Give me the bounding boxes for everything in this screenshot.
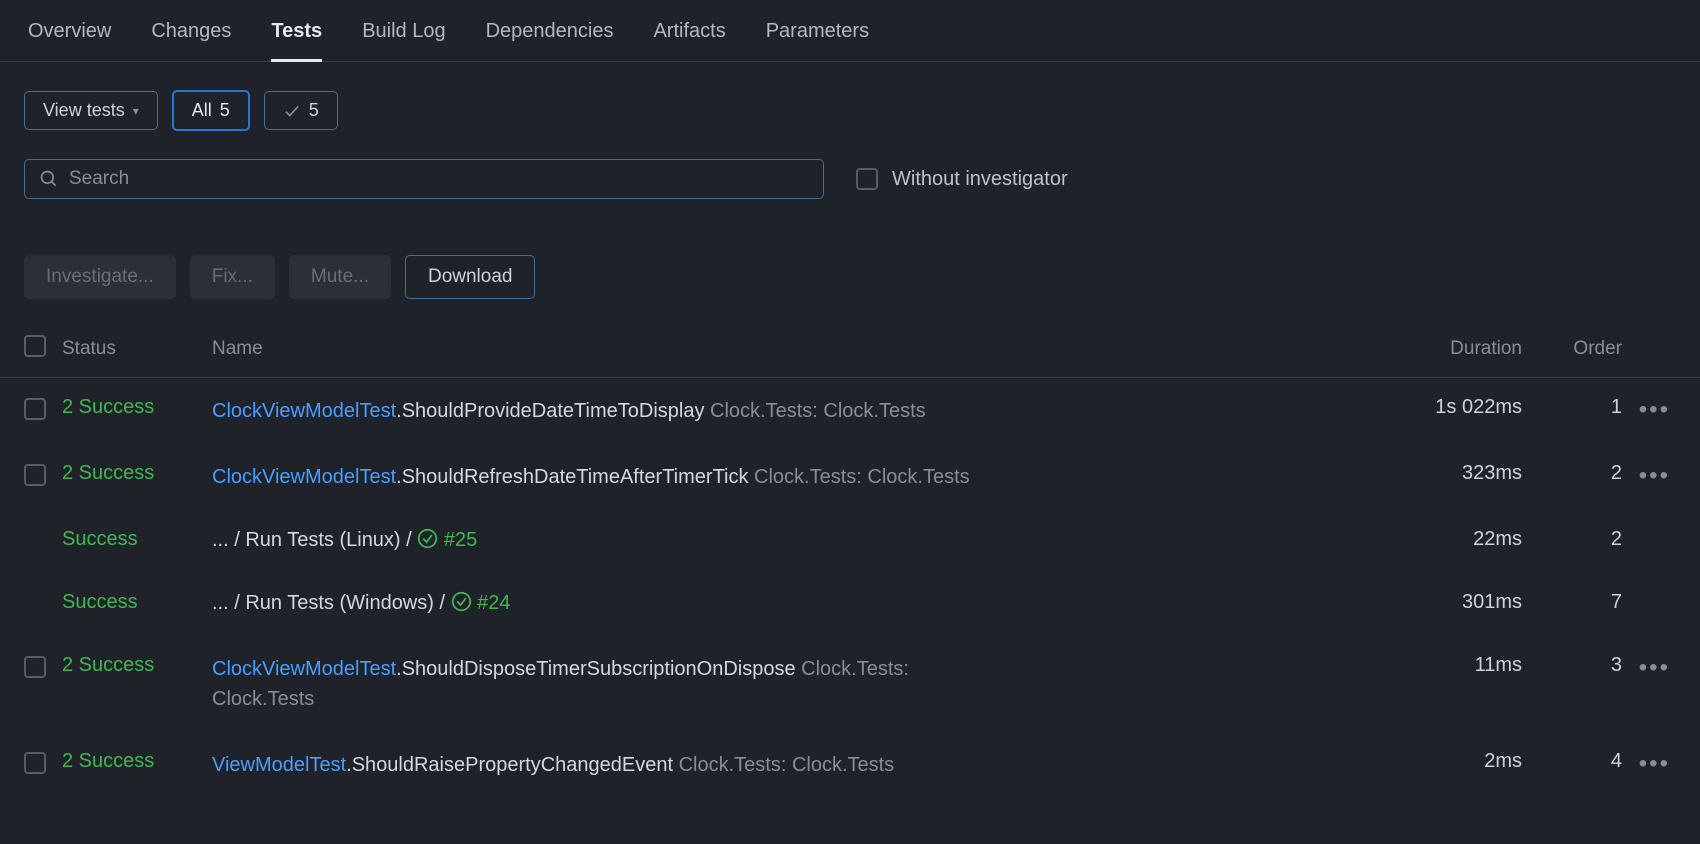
duration-cell: 2ms	[1400, 732, 1530, 798]
test-method: .ShouldProvideDateTimeToDisplay	[396, 400, 704, 422]
row-checkbox[interactable]	[24, 464, 46, 486]
without-investigator-toggle[interactable]: Without investigator	[856, 168, 1068, 191]
table-row[interactable]: 2 Success ClockViewModelTest.ShouldDispos…	[0, 636, 1700, 732]
header-name[interactable]: Name	[204, 323, 1400, 378]
header-order[interactable]: Order	[1530, 323, 1630, 378]
bulk-actions: Investigate... Fix... Mute... Download	[0, 255, 1700, 299]
header-select-all[interactable]	[0, 323, 54, 378]
header-status[interactable]: Status	[54, 323, 204, 378]
duration-cell: 11ms	[1400, 636, 1530, 732]
tab-tests[interactable]: Tests	[271, 20, 322, 62]
test-suite: Clock.Tests: Clock.Tests	[679, 754, 895, 776]
investigate-button[interactable]: Investigate...	[24, 255, 176, 299]
row-menu-icon[interactable]: •••	[1639, 750, 1670, 777]
search-box[interactable]	[24, 159, 824, 199]
tab-build-log[interactable]: Build Log	[362, 20, 445, 61]
table-row[interactable]: Success ... / Run Tests (Linux) / #25 22ms…	[0, 510, 1700, 573]
filter-passed-button[interactable]: 5	[264, 91, 338, 130]
view-tests-label: View tests	[43, 100, 125, 121]
row-menu-icon[interactable]: •••	[1639, 462, 1670, 489]
row-menu-icon[interactable]: •••	[1639, 396, 1670, 423]
tab-changes[interactable]: Changes	[151, 20, 231, 61]
table-row[interactable]: 2 Success ClockViewModelTest.ShouldRefres…	[0, 444, 1700, 510]
without-investigator-checkbox[interactable]	[856, 168, 878, 190]
test-suite: Clock.Tests	[212, 688, 314, 710]
row-menu-icon[interactable]: •••	[1639, 654, 1670, 681]
download-button[interactable]: Download	[405, 255, 536, 299]
check-circle-icon	[451, 591, 472, 618]
table-row[interactable]: 2 Success ViewModelTest.ShouldRaiseProper…	[0, 732, 1700, 798]
test-method: .ShouldRefreshDateTimeAfterTimerTick	[396, 466, 748, 488]
test-suite: Clock.Tests: Clock.Tests	[754, 466, 970, 488]
header-duration[interactable]: Duration	[1400, 323, 1530, 378]
search-row: Without investigator	[0, 159, 1700, 199]
search-icon	[39, 169, 59, 189]
order-cell: 3	[1530, 636, 1630, 732]
status-badge: 2 Success	[62, 654, 154, 676]
row-checkbox[interactable]	[24, 398, 46, 420]
order-cell: 2	[1530, 510, 1630, 573]
build-tabs: Overview Changes Tests Build Log Dependencie…	[0, 0, 1700, 62]
test-method: .ShouldDisposeTimerSubscriptionOnDispose	[396, 658, 795, 680]
row-checkbox[interactable]	[24, 752, 46, 774]
filter-all-count: 5	[220, 100, 230, 121]
test-class-link[interactable]: ClockViewModelTest	[212, 400, 396, 422]
filter-passed-count: 5	[309, 100, 319, 121]
tab-overview[interactable]: Overview	[28, 20, 111, 61]
test-class-link[interactable]: ClockViewModelTest	[212, 466, 396, 488]
table-row[interactable]: Success ... / Run Tests (Windows) / #24 30…	[0, 573, 1700, 636]
test-class-link[interactable]: ViewModelTest	[212, 754, 346, 776]
tab-parameters[interactable]: Parameters	[766, 20, 869, 61]
build-path: ... / Run Tests (Linux) /	[212, 529, 417, 551]
order-cell: 4	[1530, 732, 1630, 798]
view-tests-dropdown[interactable]: View tests ▾	[24, 91, 158, 130]
tab-dependencies[interactable]: Dependencies	[486, 20, 614, 61]
status-badge: Success	[62, 528, 138, 550]
order-cell: 2	[1530, 444, 1630, 510]
order-cell: 1	[1530, 378, 1630, 445]
build-path: ... / Run Tests (Windows) /	[212, 592, 451, 614]
check-icon	[283, 102, 301, 120]
test-class-link[interactable]: ClockViewModelTest	[212, 658, 396, 680]
duration-cell: 1s 022ms	[1400, 378, 1530, 445]
duration-cell: 323ms	[1400, 444, 1530, 510]
table-row[interactable]: 2 Success ClockViewModelTest.ShouldProvid…	[0, 378, 1700, 445]
tab-artifacts[interactable]: Artifacts	[653, 20, 725, 61]
fix-button[interactable]: Fix...	[190, 255, 275, 299]
build-number-link[interactable]: #25	[444, 529, 477, 551]
status-badge: 2 Success	[62, 750, 154, 772]
status-badge: 2 Success	[62, 462, 154, 484]
status-badge: 2 Success	[62, 396, 154, 418]
chevron-down-icon: ▾	[133, 104, 139, 118]
without-investigator-label: Without investigator	[892, 168, 1068, 191]
mute-button[interactable]: Mute...	[289, 255, 391, 299]
filter-all-label: All	[192, 100, 212, 121]
row-checkbox[interactable]	[24, 656, 46, 678]
build-number-link[interactable]: #24	[477, 592, 510, 614]
search-input[interactable]	[69, 168, 809, 190]
order-cell: 7	[1530, 573, 1630, 636]
filter-all-button[interactable]: All 5	[172, 90, 250, 131]
test-filter-bar: View tests ▾ All 5 5	[0, 90, 1700, 131]
duration-cell: 22ms	[1400, 510, 1530, 573]
test-suite: Clock.Tests:	[801, 658, 909, 680]
test-method: .ShouldRaisePropertyChangedEvent	[346, 754, 673, 776]
check-circle-icon	[417, 528, 438, 555]
test-suite: Clock.Tests: Clock.Tests	[710, 400, 926, 422]
tests-table: Status Name Duration Order 2 Success Cloc…	[0, 323, 1700, 798]
status-badge: Success	[62, 591, 138, 613]
duration-cell: 301ms	[1400, 573, 1530, 636]
